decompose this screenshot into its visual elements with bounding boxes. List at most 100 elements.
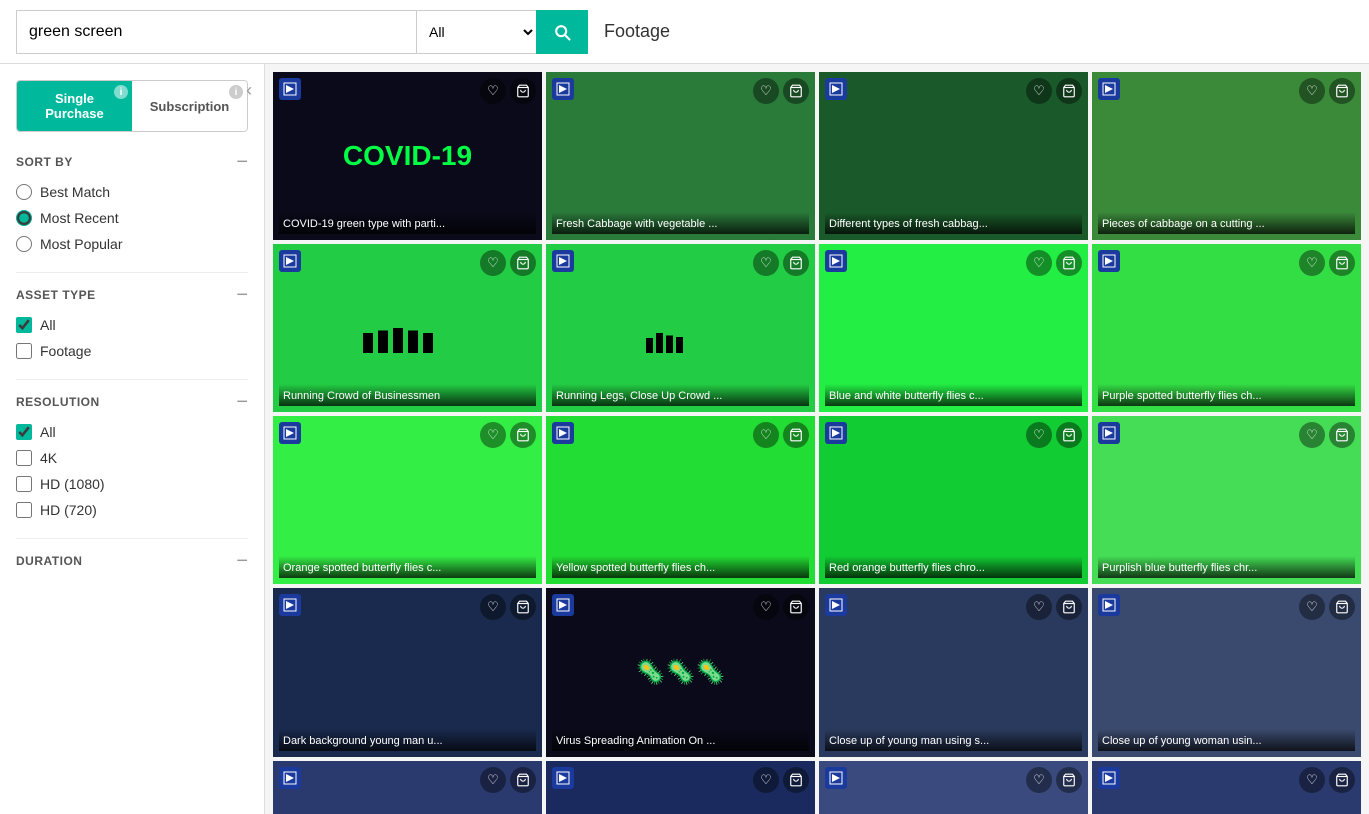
res-hd720[interactable]: HD (720) bbox=[16, 502, 248, 518]
provider-logo bbox=[825, 767, 847, 794]
grid-item[interactable]: ♡ Dark background young man u... bbox=[273, 588, 542, 756]
favorite-button[interactable]: ♡ bbox=[480, 594, 506, 620]
subscription-info-icon[interactable]: i bbox=[229, 85, 243, 99]
sort-most-recent[interactable]: Most Recent bbox=[16, 210, 248, 226]
sort-by-title: SORT BY bbox=[16, 155, 73, 169]
asset-type-collapse-btn[interactable]: − bbox=[236, 285, 248, 305]
favorite-button[interactable]: ♡ bbox=[1026, 422, 1052, 448]
cart-button[interactable] bbox=[1056, 422, 1082, 448]
grid-item[interactable]: ♡ Blue and white butterfly flies c... bbox=[819, 244, 1088, 412]
provider-logo bbox=[552, 78, 574, 105]
favorite-button[interactable]: ♡ bbox=[1299, 422, 1325, 448]
cart-button[interactable] bbox=[783, 78, 809, 104]
favorite-button[interactable]: ♡ bbox=[1026, 78, 1052, 104]
grid-item[interactable]: 🦠🦠🦠 ♡ Virus Spre bbox=[546, 588, 815, 756]
favorite-button[interactable]: ♡ bbox=[480, 422, 506, 448]
cart-icon bbox=[516, 84, 530, 98]
grid-item[interactable]: ♡ Running Legs, Close Up Crowd ... bbox=[546, 244, 815, 412]
search-button[interactable] bbox=[536, 10, 588, 54]
grid-item[interactable]: ♡ Phone footage item 19 bbox=[819, 761, 1088, 814]
res-all[interactable]: All bbox=[16, 424, 248, 440]
favorite-button[interactable]: ♡ bbox=[1299, 594, 1325, 620]
favorite-button[interactable]: ♡ bbox=[1026, 594, 1052, 620]
res-4k-checkbox[interactable] bbox=[16, 450, 32, 466]
asset-all-checkbox[interactable] bbox=[16, 317, 32, 333]
cart-button[interactable] bbox=[510, 594, 536, 620]
cart-button[interactable] bbox=[510, 78, 536, 104]
cart-icon bbox=[1335, 600, 1349, 614]
duration-collapse-btn[interactable]: − bbox=[236, 551, 248, 571]
cart-button[interactable] bbox=[783, 250, 809, 276]
favorite-button[interactable]: ♡ bbox=[753, 594, 779, 620]
sort-by-collapse-btn[interactable]: − bbox=[236, 152, 248, 172]
sidebar: « Single Purchase i Subscription i SORT … bbox=[0, 64, 265, 814]
sort-most-popular[interactable]: Most Popular bbox=[16, 236, 248, 252]
res-hd1080[interactable]: HD (1080) bbox=[16, 476, 248, 492]
resolution-collapse-btn[interactable]: − bbox=[236, 392, 248, 412]
grid-item[interactable]: ♡ Pieces of cabbage on a cutting ... bbox=[1092, 72, 1361, 240]
asset-footage[interactable]: Footage bbox=[16, 343, 248, 359]
type-select[interactable]: All Footage Images Audio bbox=[416, 10, 536, 54]
res-all-checkbox[interactable] bbox=[16, 424, 32, 440]
grid-item[interactable]: ♡ Phone footage item 17 bbox=[273, 761, 542, 814]
provider-logo bbox=[1098, 78, 1120, 105]
cart-button[interactable] bbox=[1329, 250, 1355, 276]
grid-item[interactable]: COVID-19 ♡ COVID-19 bbox=[273, 72, 542, 240]
grid-item[interactable]: ♡ Yellow spotted butterfly flies ch... bbox=[546, 416, 815, 584]
res-hd1080-checkbox[interactable] bbox=[16, 476, 32, 492]
cart-button[interactable] bbox=[1056, 250, 1082, 276]
grid-item[interactable]: ♡ Purplish blue butterfly flies chr... bbox=[1092, 416, 1361, 584]
provider-logo bbox=[279, 422, 301, 449]
cart-button[interactable] bbox=[783, 594, 809, 620]
favorite-button[interactable]: ♡ bbox=[753, 78, 779, 104]
res-hd720-checkbox[interactable] bbox=[16, 502, 32, 518]
sort-best-match[interactable]: Best Match bbox=[16, 184, 248, 200]
search-input[interactable] bbox=[16, 10, 416, 54]
cart-button[interactable] bbox=[510, 767, 536, 793]
cart-button[interactable] bbox=[1329, 422, 1355, 448]
resolution-section: RESOLUTION − All 4K HD (1080) HD (720) bbox=[16, 392, 248, 518]
cart-button[interactable] bbox=[783, 422, 809, 448]
grid-item[interactable]: ♡ Close up of young woman usin... bbox=[1092, 588, 1361, 756]
cart-button[interactable] bbox=[510, 250, 536, 276]
cart-icon bbox=[789, 84, 803, 98]
asset-all[interactable]: All bbox=[16, 317, 248, 333]
favorite-button[interactable]: ♡ bbox=[1299, 250, 1325, 276]
grid-item[interactable]: ♡ Close up of young man using s... bbox=[819, 588, 1088, 756]
cart-button[interactable] bbox=[1056, 594, 1082, 620]
favorite-button[interactable]: ♡ bbox=[1299, 78, 1325, 104]
grid-item[interactable]: ♡ Phone footage item 18 bbox=[546, 761, 815, 814]
grid-item[interactable]: ♡ Different types of fresh cabbag... bbox=[819, 72, 1088, 240]
favorite-button[interactable]: ♡ bbox=[480, 250, 506, 276]
grid-item[interactable]: ♡ Fresh Cabbage with vegetable ... bbox=[546, 72, 815, 240]
single-purchase-info-icon[interactable]: i bbox=[114, 85, 128, 99]
favorite-button[interactable]: ♡ bbox=[480, 767, 506, 793]
favorite-button[interactable]: ♡ bbox=[753, 767, 779, 793]
cart-button[interactable] bbox=[1329, 78, 1355, 104]
cart-button[interactable] bbox=[1329, 594, 1355, 620]
sort-most-popular-radio[interactable] bbox=[16, 236, 32, 252]
favorite-button[interactable]: ♡ bbox=[1026, 767, 1052, 793]
subscription-tab[interactable]: Subscription i bbox=[132, 81, 247, 131]
cart-button[interactable] bbox=[783, 767, 809, 793]
grid-item[interactable]: ♡ Running Crowd of Businessmen bbox=[273, 244, 542, 412]
cart-button[interactable] bbox=[1056, 767, 1082, 793]
sort-best-match-radio[interactable] bbox=[16, 184, 32, 200]
sort-most-recent-radio[interactable] bbox=[16, 210, 32, 226]
favorite-button[interactable]: ♡ bbox=[753, 422, 779, 448]
favorite-button[interactable]: ♡ bbox=[1299, 767, 1325, 793]
res-4k[interactable]: 4K bbox=[16, 450, 248, 466]
favorite-button[interactable]: ♡ bbox=[1026, 250, 1052, 276]
single-purchase-tab[interactable]: Single Purchase i bbox=[17, 81, 132, 131]
favorite-button[interactable]: ♡ bbox=[480, 78, 506, 104]
purchase-tabs: Single Purchase i Subscription i bbox=[16, 80, 248, 132]
favorite-button[interactable]: ♡ bbox=[753, 250, 779, 276]
grid-item[interactable]: ♡ Orange spotted butterfly flies c... bbox=[273, 416, 542, 584]
grid-item[interactable]: ♡ Purple spotted butterfly flies ch... bbox=[1092, 244, 1361, 412]
cart-button[interactable] bbox=[1056, 78, 1082, 104]
cart-button[interactable] bbox=[510, 422, 536, 448]
grid-item[interactable]: ♡ Red orange butterfly flies chro... bbox=[819, 416, 1088, 584]
grid-item[interactable]: ♡ Phone footage item 20 bbox=[1092, 761, 1361, 814]
asset-footage-checkbox[interactable] bbox=[16, 343, 32, 359]
cart-button[interactable] bbox=[1329, 767, 1355, 793]
